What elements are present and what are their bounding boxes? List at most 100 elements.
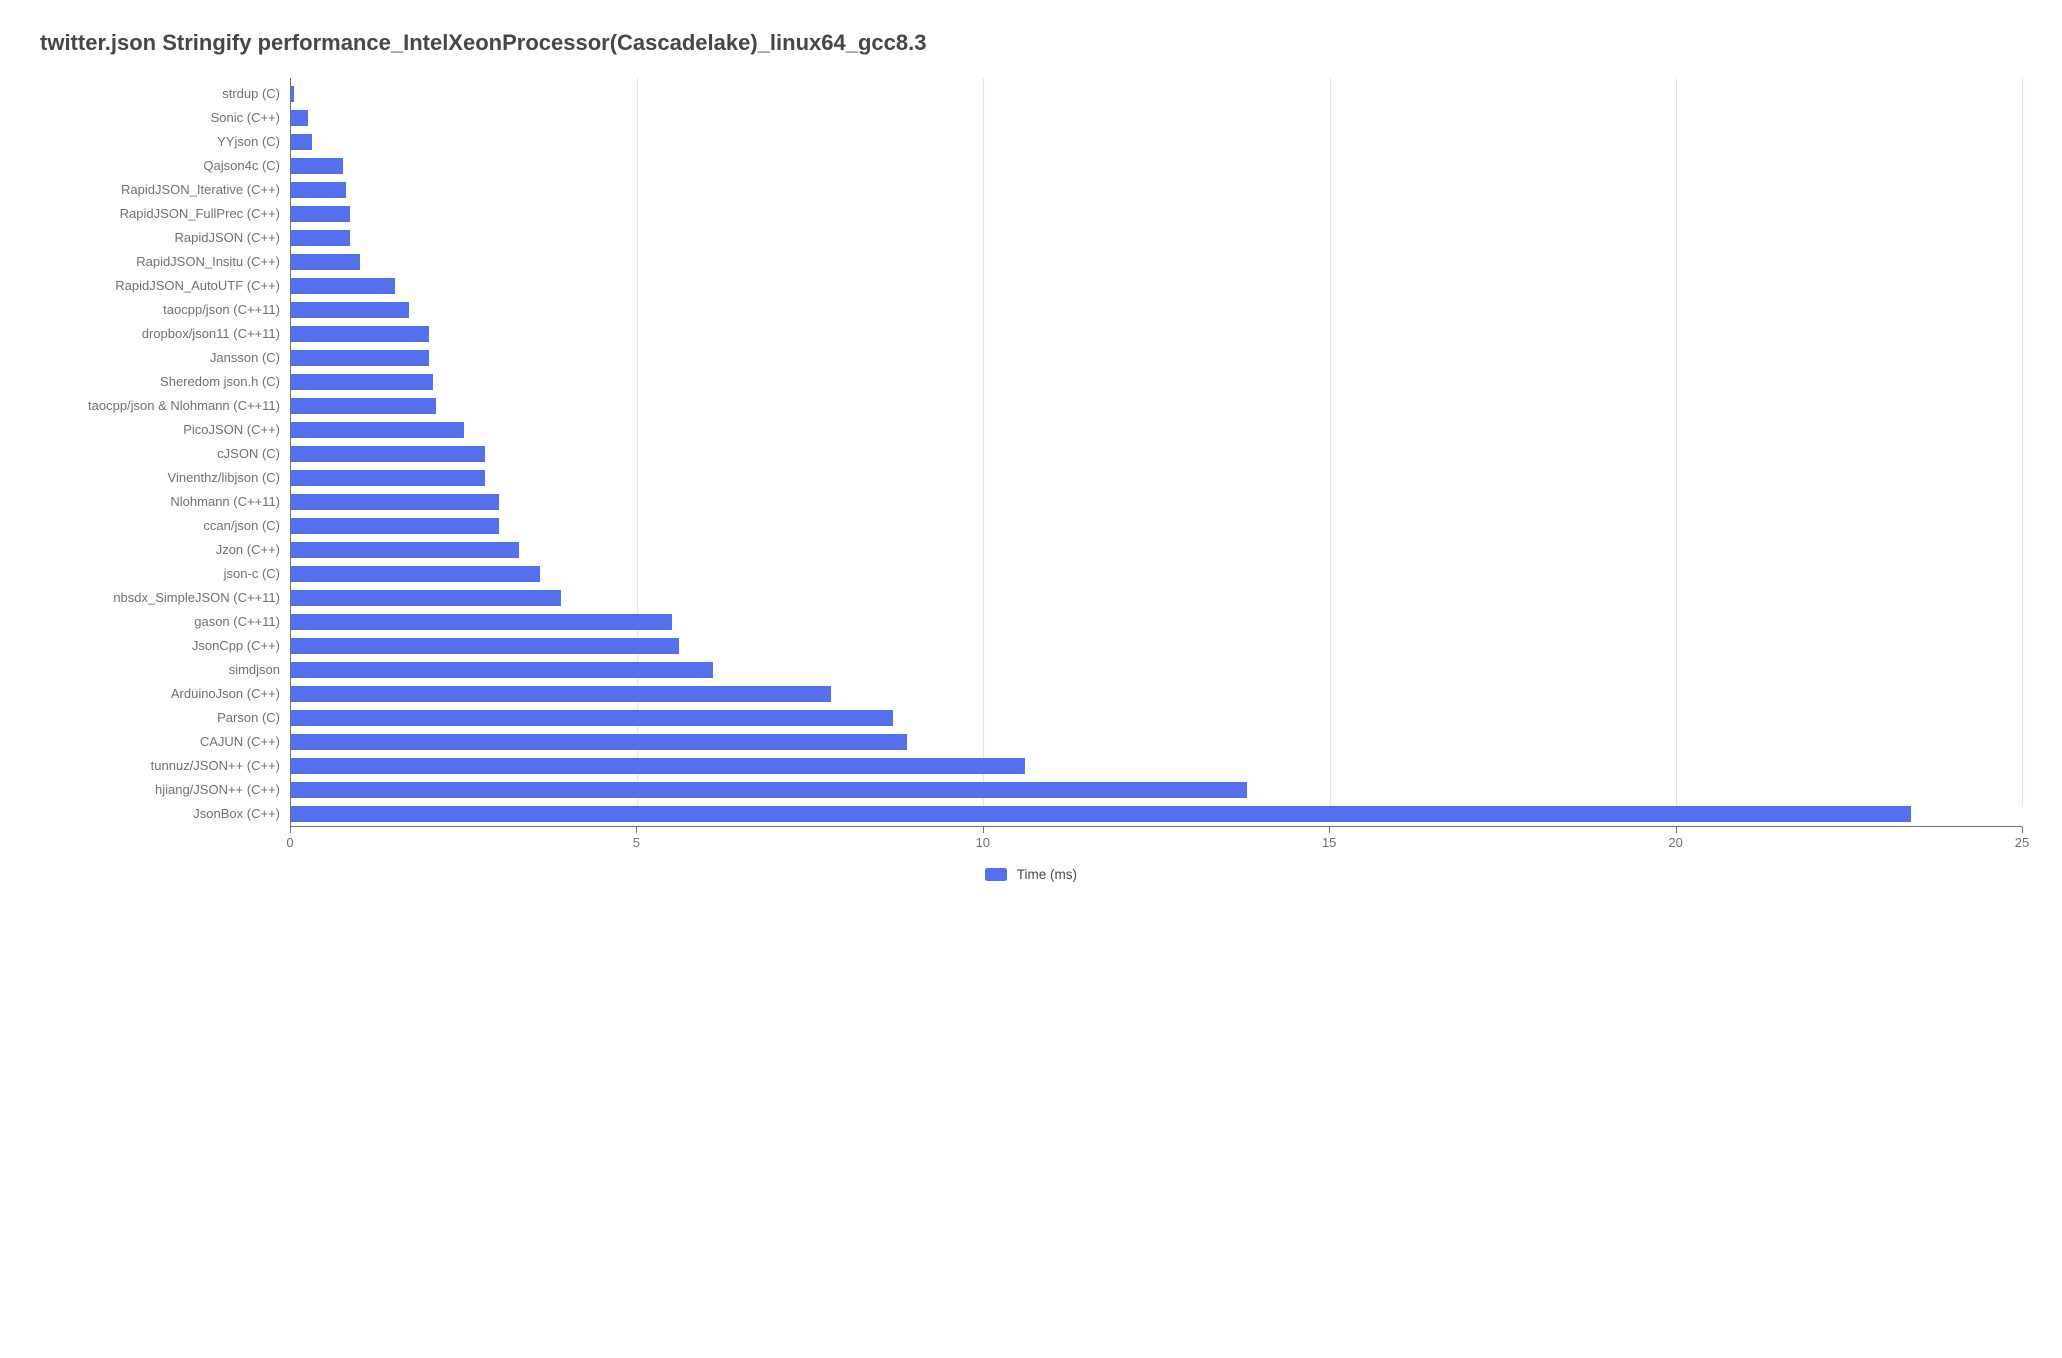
bar[interactable] bbox=[291, 518, 499, 534]
x-axis: 0510152025 bbox=[290, 826, 2022, 852]
x-axis-tick-mark bbox=[983, 827, 984, 833]
bar[interactable] bbox=[291, 806, 1911, 822]
y-axis-category-label: Qajson4c (C) bbox=[40, 154, 290, 178]
bar[interactable] bbox=[291, 542, 519, 558]
bar-row bbox=[291, 586, 2022, 610]
plot-area: strdup (C)Sonic (C++)YYjson (C)Qajson4c … bbox=[40, 78, 2022, 826]
y-axis-category-label: Nlohmann (C++11) bbox=[40, 490, 290, 514]
bar-row bbox=[291, 730, 2022, 754]
y-axis-category-label: gason (C++11) bbox=[40, 610, 290, 634]
x-axis-tick-label: 10 bbox=[976, 835, 990, 850]
x-axis-tick-label: 15 bbox=[1322, 835, 1336, 850]
bar[interactable] bbox=[291, 758, 1025, 774]
bar[interactable] bbox=[291, 446, 485, 462]
bar[interactable] bbox=[291, 614, 672, 630]
bar[interactable] bbox=[291, 182, 346, 198]
bar[interactable] bbox=[291, 254, 360, 270]
bar[interactable] bbox=[291, 590, 561, 606]
legend: Time (ms) bbox=[40, 866, 2022, 882]
bar[interactable] bbox=[291, 374, 433, 390]
y-axis-category-label: RapidJSON_FullPrec (C++) bbox=[40, 202, 290, 226]
y-axis-category-label: Sonic (C++) bbox=[40, 106, 290, 130]
bar[interactable] bbox=[291, 206, 350, 222]
bar[interactable] bbox=[291, 662, 713, 678]
bar-row bbox=[291, 130, 2022, 154]
bars bbox=[291, 82, 2022, 826]
y-axis-category-label: CAJUN (C++) bbox=[40, 730, 290, 754]
x-axis-tick-label: 0 bbox=[286, 835, 293, 850]
bar[interactable] bbox=[291, 326, 429, 342]
y-axis-category-label: PicoJSON (C++) bbox=[40, 418, 290, 442]
bar-row bbox=[291, 706, 2022, 730]
bar[interactable] bbox=[291, 278, 395, 294]
bar-row bbox=[291, 322, 2022, 346]
y-axis-category-label: strdup (C) bbox=[40, 82, 290, 106]
y-axis-category-label: taocpp/json & Nlohmann (C++11) bbox=[40, 394, 290, 418]
bar-row bbox=[291, 370, 2022, 394]
y-axis-category-label: JsonBox (C++) bbox=[40, 802, 290, 826]
y-axis-category-label: ccan/json (C) bbox=[40, 514, 290, 538]
bar[interactable] bbox=[291, 398, 436, 414]
bars-area bbox=[290, 78, 2022, 826]
y-axis-category-label: JsonCpp (C++) bbox=[40, 634, 290, 658]
bar-row bbox=[291, 682, 2022, 706]
bar-row bbox=[291, 754, 2022, 778]
bar-row bbox=[291, 298, 2022, 322]
y-axis-category-label: RapidJSON_Insitu (C++) bbox=[40, 250, 290, 274]
x-axis-tick-mark bbox=[290, 827, 291, 833]
bar[interactable] bbox=[291, 710, 893, 726]
bar-row bbox=[291, 274, 2022, 298]
bar-row bbox=[291, 346, 2022, 370]
bar-row bbox=[291, 154, 2022, 178]
bar[interactable] bbox=[291, 110, 308, 126]
bar[interactable] bbox=[291, 134, 312, 150]
bar[interactable] bbox=[291, 638, 679, 654]
bar[interactable] bbox=[291, 230, 350, 246]
legend-swatch bbox=[985, 868, 1007, 881]
y-axis-category-label: cJSON (C) bbox=[40, 442, 290, 466]
bar[interactable] bbox=[291, 734, 907, 750]
legend-label: Time (ms) bbox=[1017, 867, 1077, 882]
bar-row bbox=[291, 178, 2022, 202]
bar[interactable] bbox=[291, 422, 464, 438]
y-axis-category-label: dropbox/json11 (C++11) bbox=[40, 322, 290, 346]
y-axis-labels: strdup (C)Sonic (C++)YYjson (C)Qajson4c … bbox=[40, 78, 290, 826]
x-axis-tick-mark bbox=[1329, 827, 1330, 833]
y-axis-category-label: Vinenthz/libjson (C) bbox=[40, 466, 290, 490]
y-axis-category-label: Jansson (C) bbox=[40, 346, 290, 370]
bar[interactable] bbox=[291, 494, 499, 510]
bar-row bbox=[291, 538, 2022, 562]
bar-row bbox=[291, 490, 2022, 514]
bar[interactable] bbox=[291, 86, 294, 102]
bar-row bbox=[291, 442, 2022, 466]
y-axis-category-label: hjiang/JSON++ (C++) bbox=[40, 778, 290, 802]
bar[interactable] bbox=[291, 158, 343, 174]
y-axis-category-label: Parson (C) bbox=[40, 706, 290, 730]
bar[interactable] bbox=[291, 470, 485, 486]
bar[interactable] bbox=[291, 302, 409, 318]
bar-row bbox=[291, 778, 2022, 802]
bar-row bbox=[291, 610, 2022, 634]
bar[interactable] bbox=[291, 566, 540, 582]
bar-row bbox=[291, 466, 2022, 490]
bar[interactable] bbox=[291, 350, 429, 366]
y-axis-category-label: simdjson bbox=[40, 658, 290, 682]
y-axis-category-label: taocpp/json (C++11) bbox=[40, 298, 290, 322]
bar-row bbox=[291, 250, 2022, 274]
y-axis-category-label: RapidJSON_Iterative (C++) bbox=[40, 178, 290, 202]
chart-container: twitter.json Stringify performance_Intel… bbox=[40, 30, 2022, 882]
y-axis-category-label: Sheredom json.h (C) bbox=[40, 370, 290, 394]
bar-row bbox=[291, 226, 2022, 250]
bar-row bbox=[291, 202, 2022, 226]
bar[interactable] bbox=[291, 782, 1247, 798]
x-axis-tick-mark bbox=[2022, 827, 2023, 833]
bar[interactable] bbox=[291, 686, 831, 702]
bar-row bbox=[291, 658, 2022, 682]
x-axis-tick-label: 5 bbox=[633, 835, 640, 850]
gridline bbox=[2022, 78, 2023, 806]
y-axis-category-label: json-c (C) bbox=[40, 562, 290, 586]
bar-row bbox=[291, 514, 2022, 538]
x-axis-tick-mark bbox=[1676, 827, 1677, 833]
bar-row bbox=[291, 106, 2022, 130]
y-axis-category-label: RapidJSON (C++) bbox=[40, 226, 290, 250]
